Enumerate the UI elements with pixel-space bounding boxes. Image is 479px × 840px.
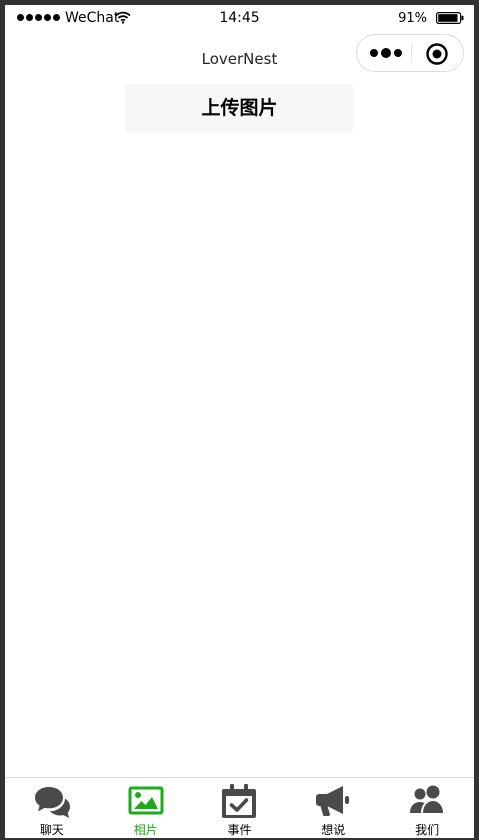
- tab-chat[interactable]: 聊天: [5, 778, 99, 838]
- megaphone-icon: [316, 786, 350, 817]
- upload-image-button[interactable]: 上传图片: [125, 84, 354, 133]
- battery-icon: [436, 12, 464, 24]
- tab-label-photos: 相片: [133, 823, 158, 837]
- tab-events[interactable]: 事件: [193, 778, 287, 838]
- phone-screen: WeChat 14:45 91% LoverNest 上传图片 聊天 相片 事件…: [5, 5, 474, 838]
- image-icon: [128, 786, 164, 815]
- battery-percent: 91%: [398, 11, 427, 26]
- tab-us[interactable]: 我们: [380, 778, 474, 838]
- users-icon: [410, 785, 444, 813]
- tab-bar: 聊天 相片 事件 想说 我们: [5, 777, 474, 838]
- chat-bubbles-icon: [34, 787, 70, 818]
- calendar-check-icon: [222, 784, 257, 818]
- more-options-icon[interactable]: [369, 45, 403, 61]
- tab-label-us: 我们: [415, 823, 440, 837]
- tab-label-events: 事件: [227, 823, 252, 837]
- tab-messages[interactable]: 想说: [286, 778, 380, 838]
- tab-label-chat: 聊天: [39, 823, 64, 837]
- tab-photos[interactable]: 相片: [99, 778, 193, 838]
- status-bar: WeChat 14:45 91%: [5, 5, 474, 33]
- capsule-divider: [411, 44, 412, 63]
- mini-program-capsule: [356, 34, 464, 72]
- close-target-icon[interactable]: [425, 42, 449, 66]
- tab-label-messages: 想说: [321, 823, 346, 837]
